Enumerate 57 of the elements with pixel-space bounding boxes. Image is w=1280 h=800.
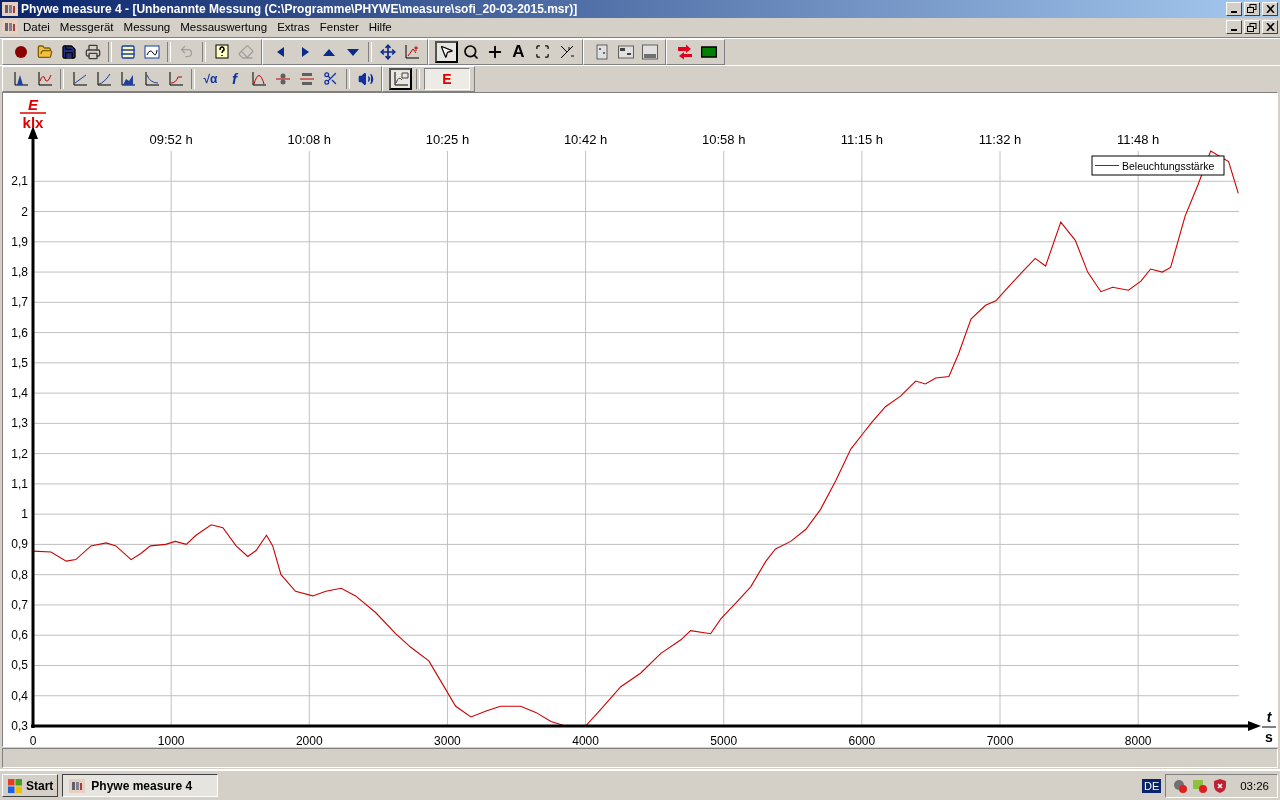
menu-item[interactable]: Datei [18,21,55,34]
language-indicator[interactable]: DE [1141,778,1162,793]
time-label: 11:32 h [978,131,1022,147]
x-tick-label: 6000 [848,733,876,747]
legend-label: Beleuchtungsstärke [1122,159,1215,172]
menu-item[interactable]: Messauswertung [175,21,273,34]
time-label: 10:25 h [425,131,470,147]
taskbar-button[interactable]: Phywe measure 4 [62,774,219,798]
x-tick-label: 4000 [572,733,599,747]
start-button[interactable]: Start [2,774,59,798]
y-tick-label: 0,9 [11,537,28,552]
y-tick-label: 0,5 [11,658,28,673]
window-title: Phywe measure 4 - [Unbenannte Messung (C:\Programme\PHYWE\measure\sofi_20-03-2015.msr)] [21,1,579,16]
function-tool-button[interactable]: f [223,67,246,90]
y-tick-label: 1,2 [11,446,28,461]
y-tick-label: 0,4 [11,688,28,703]
y-axis-unit: klx [22,113,44,131]
menu-item[interactable]: Messgerät [54,21,119,34]
x-tick-label: 8000 [1124,733,1152,747]
clock: 03:26 [1240,779,1269,792]
menu-item[interactable]: Hilfe [363,21,397,34]
channel-button[interactable]: E [424,67,470,90]
time-label: 10:58 h [702,131,746,147]
time-label: 11:48 h [1116,131,1160,147]
y-tick-label: 1,6 [11,325,28,340]
menu-item[interactable]: Extras [272,21,315,34]
y-tick-label: 1,3 [11,416,28,431]
x-tick-label: 7000 [986,733,1014,747]
menu-item[interactable]: Fenster [314,21,364,34]
y-tick-label: 0,7 [11,597,28,612]
y-tick-label: 1,8 [11,264,28,279]
y-tick-label: 1,1 [11,476,28,491]
y-tick-label: 0,3 [11,718,28,733]
x-tick-label: 1000 [157,733,185,747]
x-tick-label: 0 [29,733,37,747]
y-tick-label: 1 [21,507,28,521]
text-tool-button[interactable]: A [507,40,530,63]
y-tick-label: 1,5 [11,355,28,370]
y-tick-label: 1,7 [11,295,28,310]
y-tick-label: 0,6 [11,628,28,643]
x-tick-label: 5000 [710,733,738,747]
x-axis-symbol: t [1266,708,1272,725]
y-tick-label: 2,1 [11,174,28,189]
x-axis-unit: s [1265,728,1273,745]
x-tick-label: 3000 [434,733,461,747]
y-tick-label: 1,9 [11,234,28,249]
time-label: 11:15 h [840,131,884,147]
y-axis-symbol: E [28,95,38,113]
time-label: 10:08 h [287,131,331,147]
y-tick-label: 1,4 [11,385,28,400]
time-label: 10:42 h [563,131,608,147]
time-label: 09:52 h [149,131,193,147]
root-tool-button[interactable]: √α [199,67,222,90]
y-tick-label: 2 [21,204,28,219]
x-tick-label: 2000 [295,733,323,747]
menu-item[interactable]: Messung [118,21,176,34]
y-tick-label: 0,8 [11,567,28,582]
